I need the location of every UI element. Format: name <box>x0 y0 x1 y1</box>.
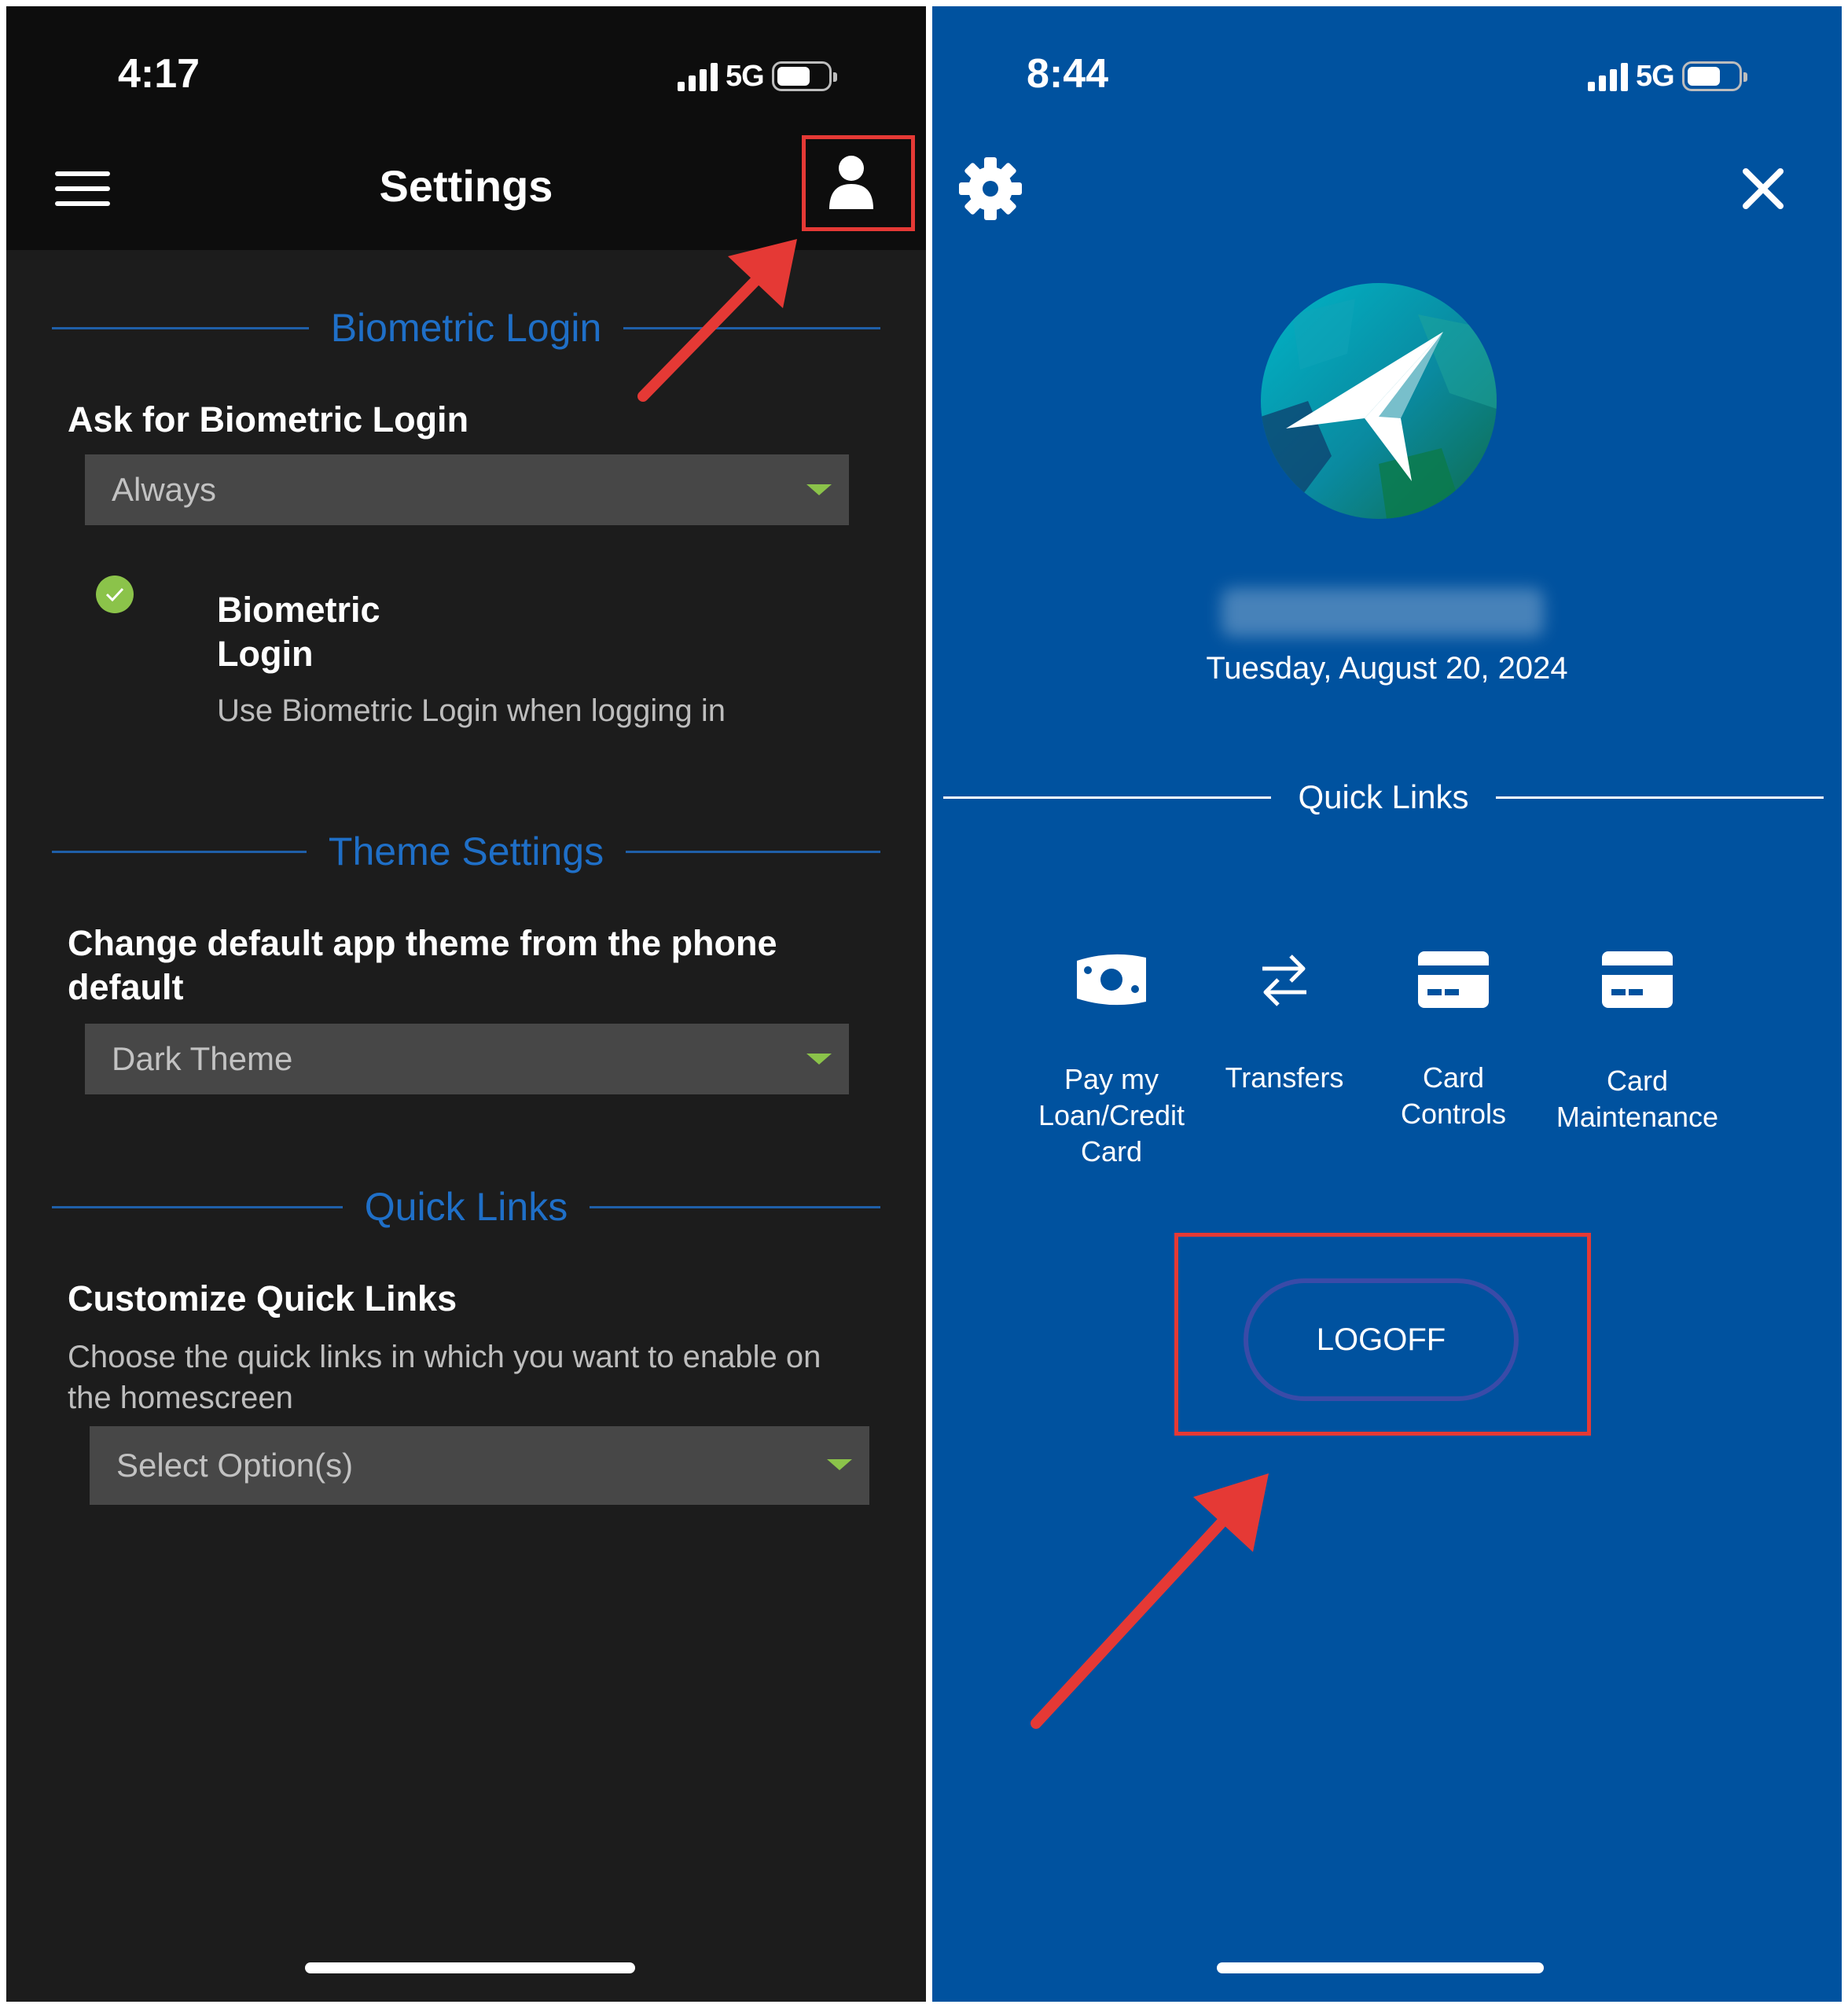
close-icon[interactable] <box>1738 164 1788 214</box>
network-label: 5G <box>1636 59 1675 93</box>
select-value: Always <box>112 471 217 508</box>
status-time: 8:44 <box>1027 51 1109 97</box>
quick-links-select[interactable]: Select Option(s) <box>90 1426 869 1505</box>
status-icons: 5G <box>678 57 837 96</box>
quick-links-description: Choose the quick links in which you want… <box>68 1337 821 1418</box>
option-title-line: Biometric <box>217 590 380 630</box>
quick-link-label: Card <box>1422 1061 1485 1094</box>
theme-question: Change default app theme from the phone … <box>68 921 777 1010</box>
transfer-arrows-icon[interactable] <box>1259 951 1310 1010</box>
select-value: Dark Theme <box>112 1040 293 1077</box>
biometric-option-description: Use Biometric Login when logging in <box>217 693 726 728</box>
quick-link-label: Transfers <box>1225 1061 1344 1094</box>
checkmark-icon[interactable] <box>96 576 134 613</box>
network-label: 5G <box>726 59 765 93</box>
user-name-redacted <box>1222 588 1544 637</box>
quick-link-transfers[interactable]: Transfers <box>1207 1060 1361 1096</box>
gear-icon[interactable] <box>957 156 1023 222</box>
annotation-arrow-icon <box>1031 1473 1269 1729</box>
option-title-line: Login <box>217 634 314 674</box>
annotation-arrow-icon <box>637 239 797 402</box>
quick-link-label: Pay my <box>1064 1063 1159 1095</box>
signal-icon <box>678 61 718 91</box>
theme-select[interactable]: Dark Theme <box>85 1024 849 1094</box>
section-heading-theme: Theme Settings <box>52 829 881 874</box>
description-line: Choose the quick links in which you want… <box>68 1340 821 1374</box>
quick-link-label: Maintenance <box>1556 1101 1719 1133</box>
quick-link-label: Loan/Credit <box>1038 1099 1185 1131</box>
home-indicator <box>305 1962 635 1973</box>
select-value: Select Option(s) <box>116 1447 354 1484</box>
section-heading-quick-links: Quick Links <box>52 1184 880 1230</box>
section-title: Biometric Login <box>330 306 602 350</box>
quick-link-label: Card <box>1606 1065 1669 1097</box>
chevron-down-icon <box>806 484 832 495</box>
annotation-highlight-logoff <box>1174 1233 1591 1436</box>
description-line: the homescreen <box>68 1381 293 1415</box>
settings-header: 4:17 5G Settings <box>6 6 926 250</box>
chevron-down-icon <box>806 1054 832 1065</box>
quick-link-label: Card <box>1080 1135 1143 1168</box>
question-line: default <box>68 967 184 1007</box>
current-date: Tuesday, August 20, 2024 <box>1206 651 1568 686</box>
home-indicator <box>1217 1962 1544 1973</box>
biometric-option-title: Biometric Login <box>217 588 380 676</box>
quick-links-heading: Quick Links <box>943 778 1824 816</box>
battery-icon <box>1681 61 1747 91</box>
question-line: Change default app theme from the phone <box>68 923 777 963</box>
quick-link-label: Controls <box>1400 1098 1507 1130</box>
section-title: Theme Settings <box>328 829 604 873</box>
quick-links-title: Quick Links <box>1298 778 1469 815</box>
section-title: Quick Links <box>364 1185 568 1229</box>
credit-card-icon[interactable] <box>1600 950 1674 1010</box>
biometric-frequency-select[interactable]: Always <box>85 454 849 525</box>
status-icons: 5G <box>1588 57 1747 96</box>
annotation-highlight-profile <box>802 135 915 231</box>
credit-card-icon[interactable] <box>1416 950 1490 1010</box>
quick-link-pay-loan[interactable]: Pay my Loan/Credit Card <box>1017 1061 1206 1170</box>
quick-link-card-controls[interactable]: Card Controls <box>1377 1060 1530 1132</box>
battery-icon <box>771 61 837 91</box>
signal-icon <box>1588 61 1628 91</box>
page-title: Settings <box>379 161 553 211</box>
quick-link-card-maintenance[interactable]: Card Maintenance <box>1538 1063 1737 1135</box>
status-time: 4:17 <box>118 51 200 97</box>
biometric-question: Ask for Biometric Login <box>68 399 469 439</box>
quick-links-question: Customize Quick Links <box>68 1278 457 1318</box>
money-icon[interactable] <box>1072 950 1151 1010</box>
brand-logo <box>1261 283 1497 519</box>
chevron-down-icon <box>827 1459 852 1470</box>
